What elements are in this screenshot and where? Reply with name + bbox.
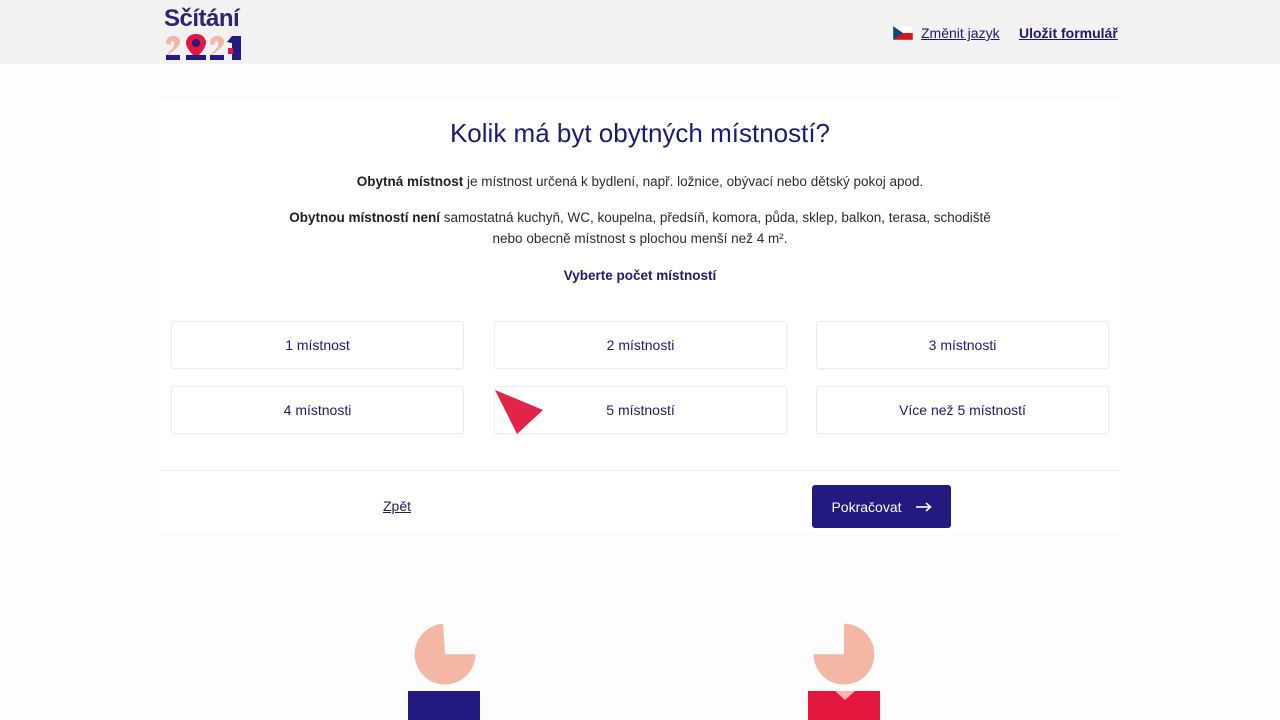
exclusion-bold: Obytnou místností není [289, 210, 440, 225]
question-card: Kolik má byt obytných místností? Obytná … [160, 100, 1120, 532]
definition-text: Obytná místnost je místnost určená k byd… [160, 173, 1120, 191]
save-form-link[interactable]: Uložit formulář [1019, 25, 1118, 41]
question-title: Kolik má byt obytných místností? [449, 118, 831, 148]
arrow-right-icon [915, 501, 932, 512]
logo-year-graphic [166, 34, 241, 60]
czech-flag-icon [893, 26, 913, 40]
exclusion-rest: samostatná kuchyň, WC, koupelna, předsíň… [439, 210, 991, 246]
option-4-rooms[interactable]: 4 místnosti [171, 386, 464, 434]
option-more-than-5-rooms[interactable]: Více než 5 místností [816, 386, 1109, 434]
divider [160, 470, 1120, 471]
exclusion-text: Obytnou místností není samostatná kuchyň… [280, 207, 1000, 249]
select-instruction: Vyberte počet místností [563, 268, 717, 283]
option-3-rooms[interactable]: 3 místnosti [816, 321, 1109, 369]
person-figure-icon [408, 623, 480, 720]
change-language-link[interactable]: Změnit jazyk [921, 25, 1000, 41]
definition-bold: Obytná místnost [356, 174, 464, 189]
definition-rest: je místnost určená k bydlení, např. ložn… [463, 174, 924, 189]
option-2-rooms[interactable]: 2 místnosti [494, 321, 787, 369]
page-header: Sčítání Změnit jazyk Uložit formulář [0, 0, 1280, 64]
scitani-logo[interactable]: Sčítání [164, 6, 244, 62]
back-link[interactable]: Zpět [383, 498, 411, 514]
pointer-arrow-icon [495, 390, 543, 434]
continue-label: Pokračovat [831, 498, 902, 515]
change-language[interactable]: Změnit jazyk [893, 24, 1000, 42]
option-1-room[interactable]: 1 místnost [171, 321, 464, 369]
logo-wordmark: Sčítání [164, 5, 240, 32]
person-figure-icon [808, 623, 880, 720]
continue-button[interactable]: Pokračovat [812, 485, 951, 528]
